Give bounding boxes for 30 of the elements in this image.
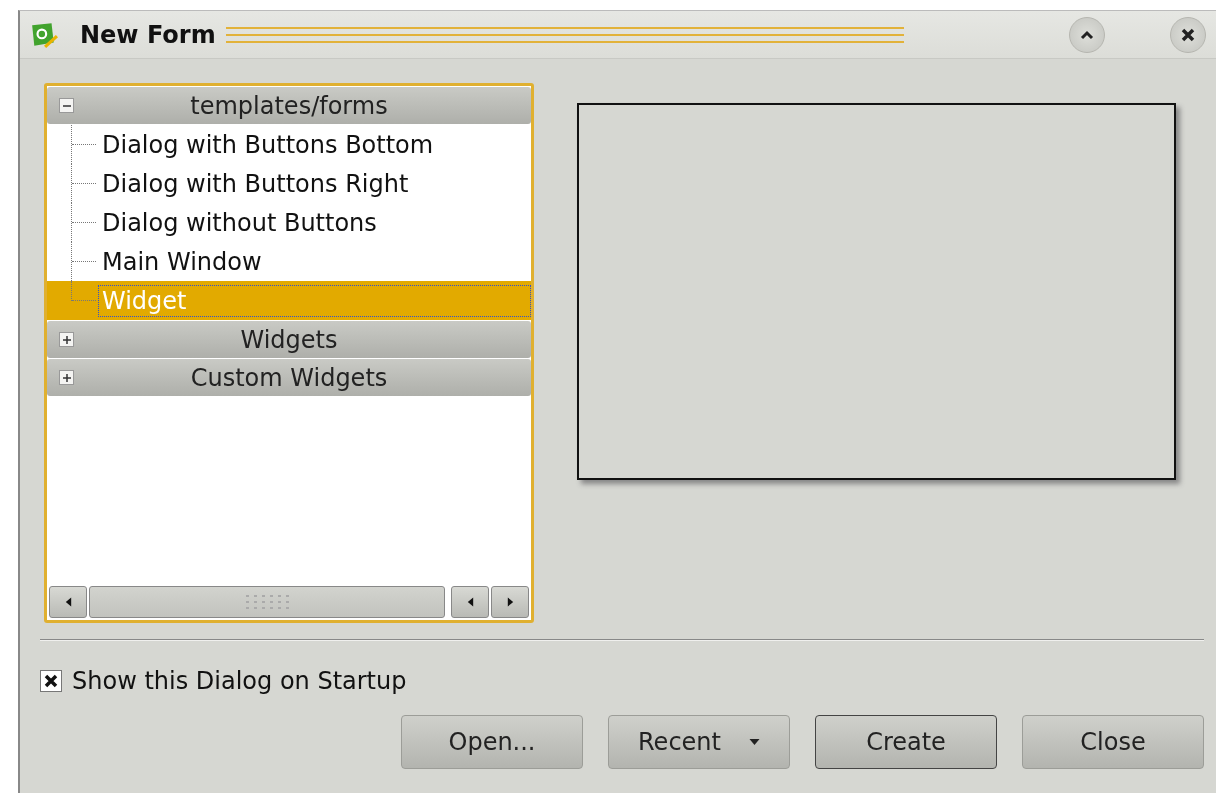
expand-icon[interactable] [59,332,74,347]
expand-icon[interactable] [59,370,74,385]
collapse-button[interactable] [1069,16,1105,53]
scroll-thumb[interactable] [89,586,445,618]
category-header[interactable]: templates/forms [47,87,531,124]
checkbox-label: Show this Dialog on Startup [72,667,407,695]
window-title: New Form [80,20,216,49]
template-item[interactable]: Main Window [98,245,266,278]
grip-icon [244,593,290,611]
dialog-button[interactable]: Open... [401,715,583,769]
template-item[interactable]: Dialog with Buttons Right [98,167,413,200]
template-item[interactable]: Dialog without Buttons [98,206,381,239]
caret-icon [748,739,760,745]
recent-menu-button[interactable]: Recent [608,715,790,769]
horizontal-scrollbar[interactable] [49,586,529,618]
close-button[interactable] [1170,16,1206,53]
left-arrow-icon [465,596,475,608]
left-arrow-icon [63,596,73,608]
app-logo-icon [30,20,58,49]
dialog-button[interactable]: Create [815,715,997,769]
dialog-button[interactable]: Close [1022,715,1204,769]
category-header[interactable]: Custom Widgets [47,359,531,396]
checkbox[interactable] [40,670,62,692]
tree-branch-line [71,125,98,164]
collapse-icon[interactable] [59,98,74,113]
tree-branch-line [71,203,98,242]
tree-branch-line [71,164,98,203]
template-item[interactable]: Dialog with Buttons Bottom [98,128,438,161]
category-header[interactable]: Widgets [47,321,531,358]
right-arrow-icon [505,596,515,608]
